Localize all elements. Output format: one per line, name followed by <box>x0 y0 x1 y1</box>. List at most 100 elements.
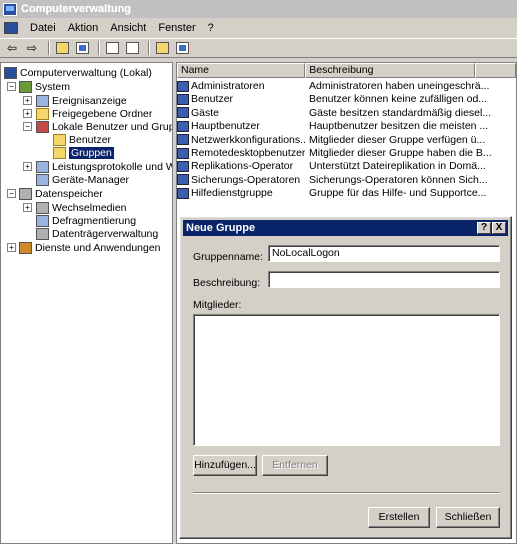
members-label: Mitglieder: <box>193 299 242 311</box>
collapse-icon[interactable]: − <box>23 122 32 131</box>
description-label: Beschreibung: <box>193 277 261 289</box>
tree-item-root[interactable]: Computerverwaltung (Lokal) <box>4 66 152 79</box>
tree-item-defragmentierung[interactable]: Defragmentierung <box>36 214 136 227</box>
members-list[interactable] <box>193 314 500 446</box>
removable-storage-icon <box>36 201 49 214</box>
group-icon <box>177 134 189 146</box>
device-manager-icon <box>36 173 49 186</box>
expand-icon[interactable]: + <box>23 162 32 171</box>
menu-datei[interactable]: Datei <box>24 22 62 34</box>
table-row[interactable]: Replikations-Operator Unterstützt Dateire… <box>177 160 516 172</box>
group-name-cell: Hauptbenutzer <box>177 120 305 132</box>
group-description: Gäste besitzen standardmäßig diesel... <box>309 106 492 119</box>
table-row[interactable]: Gäste Gäste besitzen standardmäßig diesel… <box>177 106 516 119</box>
help-icon[interactable] <box>154 40 170 56</box>
group-name: Benutzer <box>191 93 234 106</box>
group-name: Sicherungs-Operatoren <box>191 173 301 186</box>
menu-ansicht[interactable]: Ansicht <box>104 22 152 34</box>
group-icon <box>177 93 189 105</box>
expand-icon[interactable]: + <box>23 109 32 118</box>
add-member-button[interactable]: Hinzufügen... <box>193 455 257 476</box>
menu-fenster[interactable]: Fenster <box>152 22 201 34</box>
window-title: Computerverwaltung <box>21 3 132 15</box>
show-hide-tree-icon[interactable] <box>74 40 90 56</box>
group-description: Hauptbenutzer besitzen die meisten ... <box>309 120 489 133</box>
menu-aktion[interactable]: Aktion <box>62 22 105 34</box>
list-header: Name Beschreibung <box>177 63 516 78</box>
tree-item-ereignisanzeige[interactable]: Ereignisanzeige <box>36 94 127 107</box>
group-name-label: Gruppenname: <box>193 251 264 263</box>
close-icon[interactable]: X <box>492 222 506 234</box>
tree-item-freigegebene-ordner[interactable]: Freigegebene Ordner <box>36 107 152 120</box>
disk-management-icon <box>36 227 49 240</box>
tree-item-datentraegerverwaltung[interactable]: Datenträgerverwaltung <box>36 227 158 240</box>
table-row[interactable]: Sicherungs-Operatoren Sicherungs-Operator… <box>177 173 516 186</box>
menu-help[interactable]: ? <box>202 22 220 34</box>
expand-icon[interactable]: + <box>7 243 16 252</box>
column-header-empty <box>475 63 516 78</box>
collapse-icon[interactable]: − <box>7 82 16 91</box>
group-icon <box>177 147 189 159</box>
app-menu-icon[interactable] <box>4 22 18 34</box>
table-row[interactable]: Benutzer Benutzer können keine zufälligen… <box>177 93 516 106</box>
group-icon <box>177 120 189 132</box>
users-groups-icon <box>36 120 49 133</box>
tree-item-leistungsprotokolle[interactable]: Leistungsprotokolle und Warnungen <box>36 160 172 173</box>
expand-icon[interactable]: + <box>23 203 32 212</box>
tree-item-geraete-manager[interactable]: Geräte-Manager <box>36 173 129 186</box>
group-name-cell: Netzwerkkonfigurations... <box>177 134 305 146</box>
remove-member-button[interactable]: Entfernen <box>262 455 328 476</box>
tree-item-benutzer[interactable]: Benutzer <box>53 133 111 146</box>
performance-logs-icon <box>36 160 49 173</box>
menu-bar: Datei Aktion Ansicht Fenster ? <box>0 19 517 37</box>
tree-item-datenspeicher[interactable]: Datenspeicher <box>19 187 103 200</box>
table-row[interactable]: Netzwerkkonfigurations... Mitglieder dies… <box>177 133 516 146</box>
export-list-icon[interactable] <box>104 40 120 56</box>
table-row[interactable]: Administratoren Administratoren haben une… <box>177 80 516 92</box>
close-button[interactable]: Schließen <box>436 507 500 528</box>
back-arrow-icon[interactable]: ⇦ <box>4 40 20 56</box>
table-row[interactable]: Hilfedienstgruppe Gruppe für das Hilfe- u… <box>177 187 516 200</box>
create-button[interactable]: Erstellen <box>368 507 430 528</box>
collapse-icon[interactable]: − <box>7 189 16 198</box>
toolbar-separator <box>98 41 100 55</box>
toolbar-separator <box>148 41 150 55</box>
group-name-input[interactable]: NoLocalLogon <box>268 245 500 262</box>
tree-item-gruppen[interactable]: Gruppen <box>53 146 114 159</box>
help-button[interactable]: ? <box>477 222 491 234</box>
group-icon <box>177 174 189 186</box>
tree-item-dienste[interactable]: Dienste und Anwendungen <box>19 241 161 254</box>
table-row[interactable]: Remotedesktopbenutzer Mitglieder dieser G… <box>177 147 516 159</box>
group-name-cell: Gäste <box>177 107 305 119</box>
group-icon <box>177 107 189 119</box>
new-group-dialog: Neue Gruppe ? X Gruppenname: NoLocalLogo… <box>179 216 512 539</box>
tree-item-system[interactable]: System <box>19 80 70 93</box>
title-bar: Computerverwaltung <box>0 0 517 18</box>
dialog-separator <box>193 492 500 494</box>
tree-item-lokale-benutzer[interactable]: Lokale Benutzer und Gruppen <box>36 120 172 133</box>
storage-icon <box>19 187 32 200</box>
column-header-name[interactable]: Name <box>177 63 306 78</box>
table-row[interactable]: Hauptbenutzer Hauptbenutzer besitzen die … <box>177 120 516 133</box>
group-description: Sicherungs-Operatoren können Sich... <box>309 173 488 186</box>
group-description: Mitglieder dieser Gruppe verfügen ü... <box>309 133 486 146</box>
dialog-title: Neue Gruppe <box>186 222 256 234</box>
group-name: Hauptbenutzer <box>191 120 260 133</box>
group-description: Gruppe für das Hilfe- und Supportce... <box>309 187 487 200</box>
properties-icon[interactable] <box>124 40 140 56</box>
tree-item-wechselmedien[interactable]: Wechselmedien <box>36 201 127 214</box>
view-icon[interactable] <box>174 40 190 56</box>
folder-icon <box>53 133 66 146</box>
forward-arrow-icon[interactable]: ⇨ <box>24 40 40 56</box>
group-description: Mitglieder dieser Gruppe haben die B... <box>309 147 492 159</box>
toolbar-separator <box>48 41 50 55</box>
column-header-beschreibung[interactable]: Beschreibung <box>305 63 476 78</box>
open-folder-icon <box>53 146 66 159</box>
group-name-cell: Administratoren <box>177 80 305 92</box>
defrag-icon <box>36 214 49 227</box>
dialog-title-bar: Neue Gruppe ? X <box>183 220 508 236</box>
description-input[interactable] <box>268 271 500 288</box>
expand-icon[interactable]: + <box>23 96 32 105</box>
up-folder-icon[interactable] <box>54 40 70 56</box>
group-description: Benutzer können keine zufälligen od... <box>309 93 488 106</box>
